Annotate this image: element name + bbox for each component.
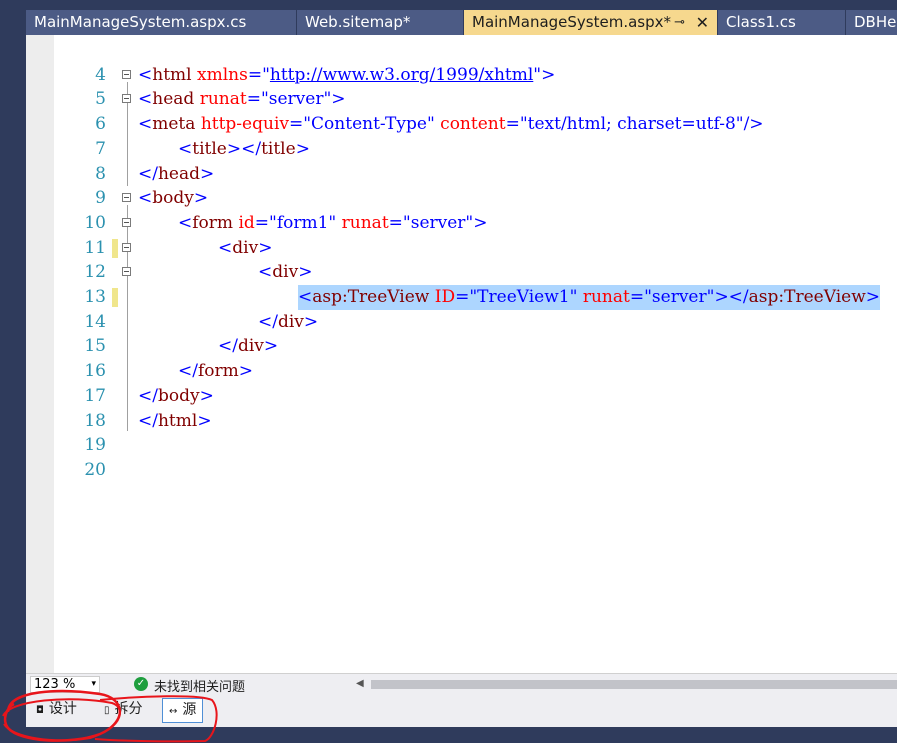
collapse-icon[interactable] <box>122 217 131 227</box>
design-view-icon: ◘ <box>36 705 44 716</box>
window-frame-left <box>0 0 26 743</box>
selected-code-text[interactable]: <asp:TreeView ID="TreeView1" runat="serv… <box>298 285 880 310</box>
window-frame-bottom <box>26 727 897 743</box>
zoom-dropdown[interactable]: 123 % ▾ <box>30 676 100 693</box>
code-line: 13 <div> <box>26 260 897 307</box>
code-editor[interactable]: 4 5 <html xmlns="http://www.w3.org/1999/… <box>26 35 897 673</box>
code-line: 20 <box>26 433 897 480</box>
code-text: </html> <box>138 410 212 431</box>
chevron-down-icon: ▾ <box>91 679 96 689</box>
collapse-icon[interactable] <box>122 242 131 252</box>
document-tab-bar: MainManageSystem.aspx.cs Web.sitemap* Ma… <box>26 10 897 35</box>
xmlns-link[interactable]: http://www.w3.org/1999/xhtml <box>270 65 533 85</box>
collapse-icon[interactable] <box>122 94 131 104</box>
code-line: 18 </body> <box>26 384 897 431</box>
code-text: <meta http-equiv="Content-Type" content=… <box>138 114 764 135</box>
code-line: 15 </div> <box>26 310 897 357</box>
code-line: 9 </head> <box>26 162 897 209</box>
code-text: <body> <box>138 188 209 209</box>
code-line: 12 <div> <box>26 236 897 283</box>
code-line: 14 <asp:TreeView ID="TreeView1" runat="s… <box>26 285 897 332</box>
code-line: 11 <form id="form1" runat="server"> <box>26 211 897 258</box>
code-text: </body> <box>138 385 214 406</box>
collapse-icon[interactable] <box>122 69 131 79</box>
collapse-icon[interactable] <box>122 193 131 203</box>
split-view-label: 拆分 <box>114 701 143 717</box>
pin-icon[interactable]: ⊸ <box>674 10 685 35</box>
issues-status[interactable]: 未找到相关问题 <box>154 676 245 695</box>
change-marker <box>112 238 118 258</box>
code-text: <title></title> <box>178 138 310 159</box>
code-line: 8 <title></title> <box>26 137 897 184</box>
tab-label: Class1.cs <box>726 13 796 31</box>
check-circle-icon[interactable]: ✓ <box>134 677 148 691</box>
view-mode-bar: ◘ 设计 ▯ 拆分 ↔ 源 <box>26 695 897 727</box>
code-line: 6 <head runat="server"> <box>26 87 897 134</box>
source-view-label: 源 <box>182 702 197 718</box>
code-text: <div> <box>218 237 273 258</box>
code-line: 19 </html> <box>26 409 897 456</box>
code-line: 5 <html xmlns="http://www.w3.org/1999/xh… <box>26 63 897 110</box>
collapse-icon[interactable] <box>122 267 131 277</box>
split-view-button[interactable]: ▯ 拆分 <box>98 698 149 723</box>
tab-mainmanagesystem-aspx-cs[interactable]: MainManageSystem.aspx.cs <box>26 10 297 35</box>
code-text: </head> <box>138 163 215 184</box>
line-number: 20 <box>84 459 106 480</box>
code-line: 4 <box>26 38 897 85</box>
close-icon[interactable]: ✕ <box>696 10 709 35</box>
design-view-button[interactable]: ◘ 设计 <box>30 698 83 723</box>
tab-label: MainManageSystem.aspx* <box>472 13 671 31</box>
change-marker <box>112 288 118 307</box>
code-text: </div> <box>218 336 279 357</box>
tab-label: MainManageSystem.aspx.cs <box>34 13 247 31</box>
horizontal-scrollbar[interactable] <box>371 680 897 689</box>
code-text: </div> <box>258 311 319 332</box>
source-view-icon: ↔ <box>169 706 178 717</box>
split-view-icon: ▯ <box>104 705 110 716</box>
tab-dbhelper[interactable]: DBHel <box>846 10 897 35</box>
code-line: 7 <meta http-equiv="Content-Type" conten… <box>26 112 897 159</box>
source-view-button[interactable]: ↔ 源 <box>162 698 204 723</box>
code-text: </form> <box>178 361 254 382</box>
code-text: <head runat="server"> <box>138 89 346 110</box>
tab-mainmanagesystem-aspx[interactable]: MainManageSystem.aspx* ⊸ ✕ <box>464 10 718 35</box>
code-text: <form id="form1" runat="server"> <box>178 212 488 233</box>
tab-web-sitemap[interactable]: Web.sitemap* <box>297 10 464 35</box>
code-line: 16 </div> <box>26 334 897 381</box>
tab-class1-cs[interactable]: Class1.cs <box>718 10 846 35</box>
code-text: <html xmlns="http://www.w3.org/1999/xhtm… <box>138 64 556 85</box>
tab-label: DBHel <box>854 13 897 31</box>
window-frame-top <box>0 0 897 10</box>
zoom-value: 123 % <box>34 677 76 692</box>
design-view-label: 设计 <box>48 701 77 717</box>
scroll-left-icon[interactable]: ◀ <box>356 678 364 689</box>
editor-status-bar: 123 % ▾ ✓ 未找到相关问题 ◀ <box>26 673 897 695</box>
code-line: 10 <body> <box>26 186 897 233</box>
tab-label: Web.sitemap* <box>305 13 411 31</box>
code-line: 17 </form> <box>26 359 897 406</box>
code-text: <div> <box>258 262 313 283</box>
